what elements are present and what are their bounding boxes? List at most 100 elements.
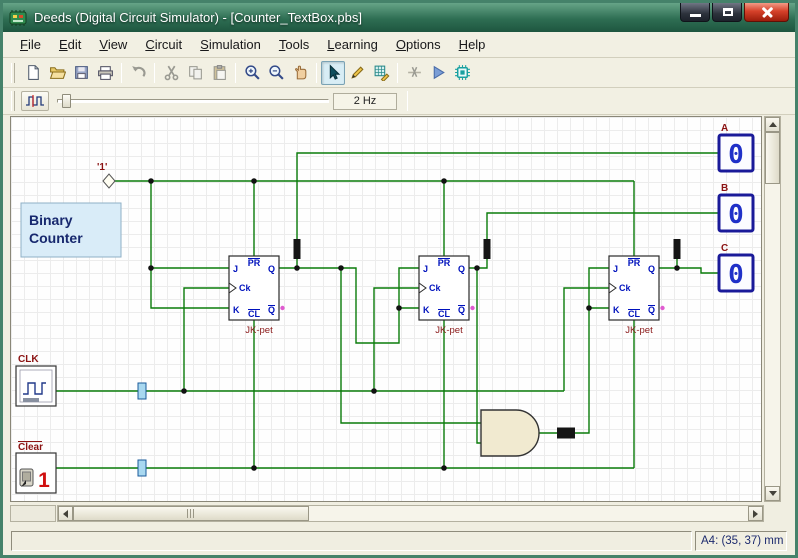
chip-edit-icon <box>374 65 389 81</box>
wire-cutter-button[interactable] <box>402 61 426 85</box>
clock-speed-slider[interactable] <box>57 92 329 110</box>
probe-clear <box>137 459 147 477</box>
menu-view[interactable]: View <box>90 33 136 56</box>
clock-generator[interactable]: CLK <box>15 354 57 407</box>
clockbar-grip <box>11 91 15 111</box>
toolbar-separator <box>121 62 122 83</box>
select-tool-button[interactable] <box>321 60 345 85</box>
scroll-up-button[interactable] <box>765 117 780 132</box>
slider-thumb[interactable] <box>62 94 71 108</box>
display-b[interactable]: B 0 <box>717 183 755 233</box>
title-bar: Deeds (Digital Circuit Simulator) - [Cou… <box>3 3 795 32</box>
zoom-out-icon <box>268 65 284 80</box>
menu-file[interactable]: File <box>11 33 50 56</box>
svg-text:Binary: Binary <box>29 212 73 228</box>
svg-text:J: J <box>613 264 618 274</box>
circuit-canvas[interactable]: '1' Binary Counter J Ck K Q Q PR CL JK-p… <box>10 116 762 502</box>
draw-wire-button[interactable] <box>345 61 369 85</box>
timing-diagram-button[interactable] <box>450 61 474 85</box>
scroll-left-button[interactable] <box>58 506 73 521</box>
menu-edit[interactable]: Edit <box>50 33 90 56</box>
menu-learning[interactable]: Learning <box>318 33 387 56</box>
window-controls <box>680 3 789 22</box>
constant-one[interactable]: '1' <box>97 162 116 189</box>
zoom-out-button[interactable] <box>264 61 288 85</box>
close-button[interactable] <box>744 3 789 22</box>
open-folder-icon <box>49 67 66 79</box>
paste-button[interactable] <box>207 61 231 85</box>
menu-bar: File Edit View Circuit Simulation Tools … <box>3 32 795 58</box>
svg-text:PR: PR <box>628 258 641 268</box>
probe-clock <box>137 382 147 400</box>
clock-settings-button[interactable] <box>21 91 49 111</box>
scroll-down-button[interactable] <box>765 486 780 501</box>
display-c[interactable]: C 0 <box>717 243 755 293</box>
svg-text:'1': '1' <box>97 162 107 173</box>
svg-text:J: J <box>233 264 238 274</box>
probes[interactable] <box>137 239 681 477</box>
menu-simulation[interactable]: Simulation <box>191 33 270 56</box>
svg-text:CL: CL <box>438 309 450 319</box>
svg-text:Clear: Clear <box>18 442 43 453</box>
vertical-scrollbar[interactable] <box>764 116 781 502</box>
edit-components-button[interactable] <box>369 61 393 85</box>
svg-text:Counter: Counter <box>29 230 83 246</box>
save-file-button[interactable] <box>69 61 93 85</box>
flipflop-b[interactable]: J Ck K Q Q PR CL JK-pet <box>418 255 475 336</box>
svg-text:B: B <box>721 183 728 194</box>
scroll-corner-panel <box>10 505 56 522</box>
clear-input[interactable]: Clear 1 <box>15 441 57 494</box>
arrow-left-icon <box>63 509 68 518</box>
svg-text:J: J <box>423 264 428 274</box>
vertical-scroll-thumb[interactable] <box>765 132 780 184</box>
zoom-in-button[interactable] <box>240 61 264 85</box>
menu-circuit[interactable]: Circuit <box>136 33 191 56</box>
menu-tools[interactable]: Tools <box>270 33 318 56</box>
svg-text:JK-pet: JK-pet <box>435 325 463 336</box>
display-a[interactable]: A 0 <box>717 123 755 173</box>
svg-text:PR: PR <box>248 258 261 268</box>
svg-text:1: 1 <box>38 469 50 492</box>
maximize-button[interactable] <box>712 3 742 22</box>
svg-text:CL: CL <box>248 309 260 319</box>
and-gate[interactable] <box>480 409 540 457</box>
svg-text:Q: Q <box>648 305 655 315</box>
select-arrow-icon <box>329 64 340 80</box>
open-file-button[interactable] <box>45 61 69 85</box>
clockbar-separator <box>407 91 408 111</box>
svg-text:Q: Q <box>648 264 655 274</box>
print-icon <box>97 66 113 80</box>
new-schematic-button[interactable] <box>21 61 45 85</box>
flipflop-a[interactable]: J Ck K Q Q PR CL JK-pet <box>228 255 285 336</box>
undo-button[interactable] <box>126 61 150 85</box>
window-title: Deeds (Digital Circuit Simulator) - [Cou… <box>34 10 363 25</box>
vertical-scroll-track[interactable] <box>765 132 780 486</box>
slider-groove[interactable] <box>57 99 329 103</box>
copy-icon <box>188 66 202 80</box>
scroll-right-button[interactable] <box>748 506 763 521</box>
horizontal-scrollbar[interactable] <box>57 505 764 522</box>
clock-wave-icon <box>26 95 44 107</box>
svg-text:Ck: Ck <box>239 283 251 293</box>
horizontal-scroll-thumb[interactable] <box>73 506 309 521</box>
svg-text:PR: PR <box>438 258 451 268</box>
toolbar-grip <box>11 62 15 83</box>
new-file-icon <box>27 65 39 80</box>
scissors-icon <box>164 65 178 81</box>
horizontal-scroll-track[interactable] <box>73 506 748 521</box>
svg-text:Q: Q <box>458 264 465 274</box>
menu-help[interactable]: Help <box>450 33 495 56</box>
minimize-icon <box>690 14 701 17</box>
run-simulation-button[interactable] <box>426 61 450 85</box>
cut-button[interactable] <box>159 61 183 85</box>
print-button[interactable] <box>93 61 117 85</box>
copy-button[interactable] <box>183 61 207 85</box>
svg-text:JK-pet: JK-pet <box>245 325 273 336</box>
svg-text:Ck: Ck <box>429 283 441 293</box>
pan-button[interactable] <box>288 61 312 85</box>
workspace: '1' Binary Counter J Ck K Q Q PR CL JK-p… <box>3 115 795 526</box>
text-note[interactable]: Binary Counter <box>20 202 122 258</box>
minimize-button[interactable] <box>680 3 710 22</box>
menu-options[interactable]: Options <box>387 33 450 56</box>
flipflop-c[interactable]: J Ck K Q Q PR CL JK-pet <box>608 255 665 336</box>
